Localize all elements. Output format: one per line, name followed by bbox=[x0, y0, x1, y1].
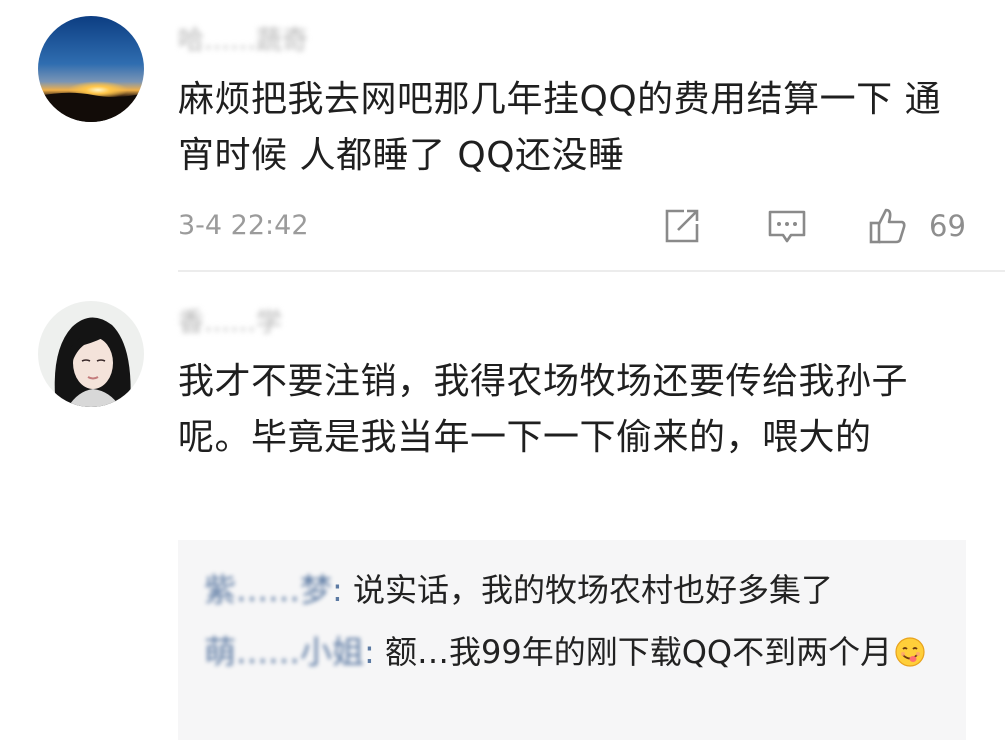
reply-username[interactable]: 萌……小姐 bbox=[204, 633, 364, 671]
yum-face-emoji bbox=[894, 629, 926, 667]
comment-text: 麻烦把我去网吧那几年挂QQ的费用结算一下 通宵时候 人都睡了 QQ还没睡 bbox=[178, 79, 942, 176]
reply-text: 额…我99年的刚下载QQ不到两个月 bbox=[374, 633, 893, 671]
comment-item: 哈……蔬奇 麻烦把我去网吧那几年挂QQ的费用结算一下 通宵时候 人都睡了 QQ还… bbox=[0, 0, 1005, 272]
comment-text: 我才不要注销，我得农场牧场还要传给我孙子呢。毕竟是我当年一下一下偷来的，喂大的 bbox=[178, 361, 909, 458]
avatar[interactable] bbox=[38, 16, 144, 122]
reply-thread[interactable]: 紫……梦: 说实话，我的牧场农村也好多集了 萌……小姐: 额…我99年的刚下载Q… bbox=[178, 540, 966, 740]
reply-username[interactable]: 紫……梦 bbox=[204, 571, 332, 609]
avatar[interactable] bbox=[38, 301, 144, 407]
reply-text: 说实话，我的牧场农村也好多集了 bbox=[342, 571, 833, 609]
like-count: 69 bbox=[929, 209, 966, 243]
comment-timestamp: 3-4 22:42 bbox=[178, 210, 309, 241]
reply-item[interactable]: 萌……小姐: 额…我99年的刚下载QQ不到两个月 bbox=[204, 624, 944, 680]
like-icon[interactable] bbox=[868, 206, 908, 246]
comment-item: 香……学 我才不要注销，我得农场牧场还要传给我孙子呢。毕竟是我当年一下一下偷来的… bbox=[0, 272, 1005, 740]
reply-icon[interactable] bbox=[767, 206, 807, 246]
username[interactable]: 香……学 bbox=[178, 308, 282, 338]
username[interactable]: 哈……蔬奇 bbox=[178, 26, 308, 56]
portrait-avatar-image bbox=[38, 301, 144, 407]
reply-item[interactable]: 紫……梦: 说实话，我的牧场农村也好多集了 bbox=[204, 562, 944, 618]
reply-separator: : bbox=[332, 571, 343, 609]
share-icon[interactable] bbox=[662, 206, 702, 246]
sunset-avatar-image bbox=[38, 16, 144, 122]
reply-separator: : bbox=[364, 633, 375, 671]
